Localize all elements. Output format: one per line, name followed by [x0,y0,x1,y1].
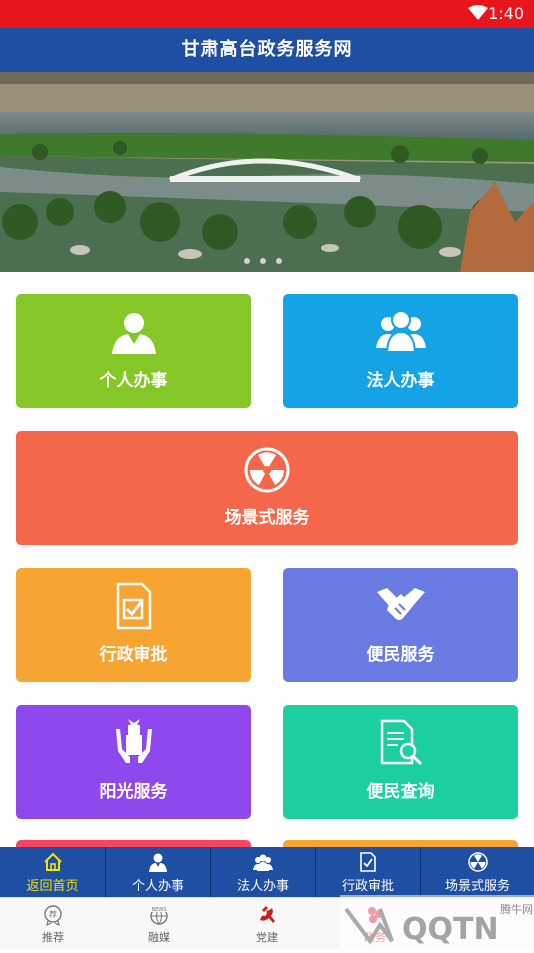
radiation-icon [244,447,290,493]
tile-legal-entity-affairs[interactable]: 法人办事 [283,294,518,408]
banner-carousel[interactable] [0,72,534,272]
nav-label: 返回首页 [26,879,79,894]
tile-personal-affairs[interactable]: 个人办事 [16,294,251,408]
tab-label: 党建 [256,931,278,944]
tile-label: 个人办事 [99,371,168,391]
status-time: 1:40 [488,4,524,23]
page-title: 甘肃高台政务服务网 [0,28,534,72]
tile-label: 便民服务 [366,645,435,665]
watermark: QQTN 腾牛网 [340,895,534,949]
svg-text:NEWS: NEWS [151,907,166,913]
document-check-icon [116,582,151,630]
tab-party[interactable]: 党建 [212,898,322,950]
handshake-icon [376,588,425,620]
tab-recommend[interactable]: 荐 推荐 [0,898,106,950]
nav-admin-approval[interactable]: 行政审批 [316,847,420,897]
group-icon [375,310,426,352]
nav-label: 个人办事 [131,879,184,894]
tile-convenience-service[interactable]: 便民服务 [283,568,518,682]
nav-label: 法人办事 [236,879,289,894]
nav-personal[interactable]: 个人办事 [106,847,210,897]
gift-hands-icon [115,719,152,763]
carousel-dot[interactable] [244,258,250,264]
service-nav-bar: 返回首页 个人办事 法人办事 行政审批 场景式服务 [0,847,534,897]
search-document-icon [380,719,422,766]
tile-label: 场景式服务 [224,508,310,528]
recommend-icon: 荐 [44,905,62,926]
wifi-icon [468,5,488,20]
tab-media[interactable]: NEWS 融媒 [106,898,212,950]
person-icon [149,853,167,872]
tile-label: 法人办事 [366,371,435,391]
nav-label: 行政审批 [341,879,394,894]
document-check-icon [360,852,376,872]
tile-scenario-service[interactable]: 场景式服务 [16,431,518,545]
carousel-dot[interactable] [276,258,282,264]
banner-image [0,72,534,272]
home-icon [43,852,62,871]
news-globe-icon: NEWS [150,906,168,925]
svg-text:荐: 荐 [49,909,57,919]
group-icon [253,854,273,871]
person-icon [111,313,156,354]
radiation-icon [467,852,488,872]
party-emblem-icon [260,906,275,923]
svg-text:QQTN: QQTN [402,912,499,947]
qqtn-watermark-logo: QQTN 腾牛网 [340,895,534,949]
nav-scenario-service[interactable]: 场景式服务 [421,847,534,897]
tile-label: 行政审批 [99,645,168,665]
tab-label: 推荐 [42,931,64,944]
nav-legal-entity[interactable]: 法人办事 [211,847,315,897]
nav-home[interactable]: 返回首页 [0,847,105,897]
tile-label: 阳光服务 [99,782,168,802]
tab-label: 融媒 [148,931,170,944]
carousel-dot[interactable] [260,258,266,264]
nav-label: 场景式服务 [444,879,510,894]
tile-label: 便民查询 [366,782,435,802]
tile-sunshine-service[interactable]: 阳光服务 [16,705,251,819]
status-bar: 1:40 [0,0,534,28]
tile-convenience-query[interactable]: 便民查询 [283,705,518,819]
carousel-indicator[interactable] [238,255,298,267]
svg-text:腾牛网: 腾牛网 [500,902,533,916]
tile-administrative-approval[interactable]: 行政审批 [16,568,251,682]
